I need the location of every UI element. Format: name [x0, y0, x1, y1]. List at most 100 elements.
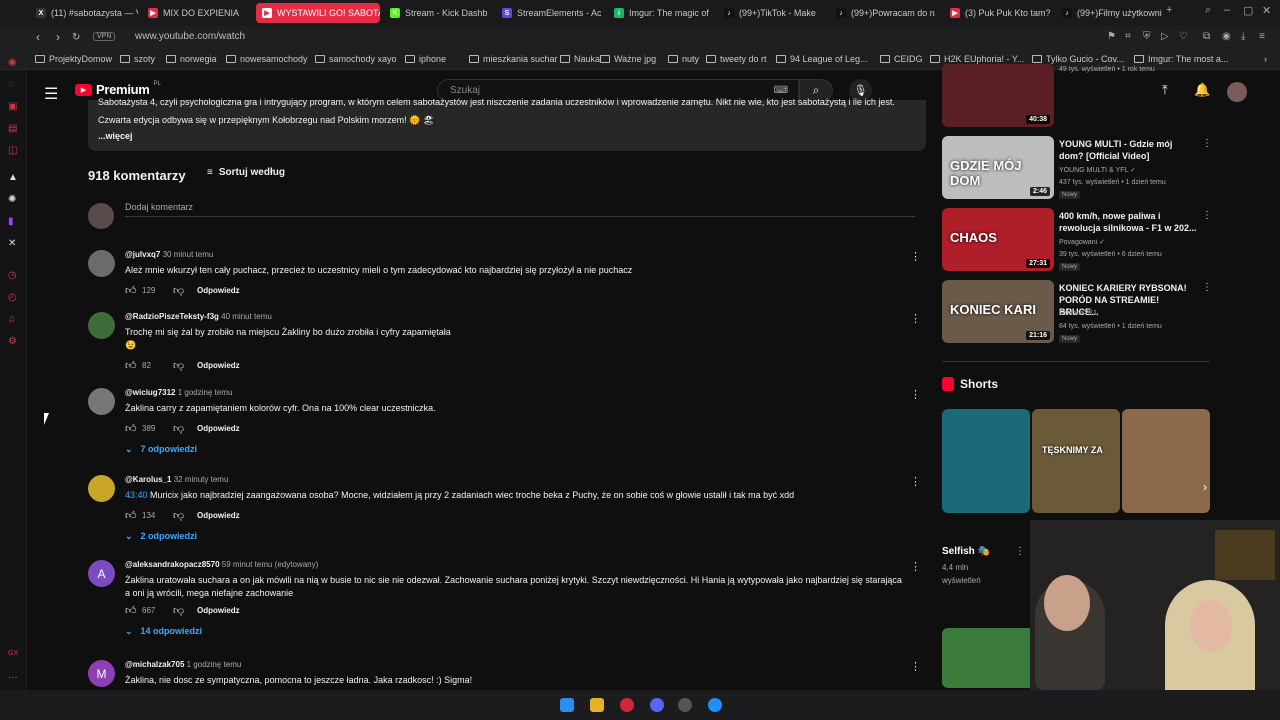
hamburger-menu-icon[interactable]: ☰ — [44, 84, 58, 104]
messenger-icon[interactable] — [708, 698, 722, 712]
heart-icon[interactable]: ♡ — [1179, 31, 1188, 42]
related-video[interactable]: 40:38 49 tys. wyświetleń • 1 rok temu — [942, 64, 1212, 128]
video-channel[interactable]: Povagowani ✓ — [1059, 238, 1105, 246]
show-more-link[interactable]: ...więcej — [98, 131, 133, 141]
short-thumbnail-4[interactable] — [942, 628, 1040, 688]
related-video[interactable]: CHAOS 27:31 400 km/h, nowe paliwa i rewolu… — [942, 208, 1212, 272]
close-window-icon[interactable]: ✕ — [1262, 4, 1271, 17]
bookmark-item[interactable]: szoty — [120, 54, 155, 64]
reply-button[interactable]: Odpowiedz — [197, 606, 240, 615]
bookmark-icon[interactable]: ⚑ — [1107, 31, 1116, 42]
comment-avatar[interactable] — [88, 250, 115, 277]
comment-author[interactable]: @aleksandrakopacz8570 — [125, 560, 220, 569]
comment-author[interactable]: @michalzak705 — [125, 660, 184, 669]
search-tabs-icon[interactable]: ⌕ — [1205, 4, 1211, 17]
minimize-icon[interactable]: – — [1224, 4, 1230, 16]
comment-menu-icon[interactable]: ⋮ — [910, 388, 921, 401]
like-icon[interactable]: 👍︎ — [125, 604, 139, 617]
browser-tab[interactable]: ▶ (3) Puk Puk Kto tam? — [944, 3, 1052, 23]
obs-icon[interactable] — [678, 698, 692, 712]
video-thumbnail[interactable]: 40:38 — [942, 64, 1054, 127]
short-thumbnail[interactable] — [1122, 409, 1210, 513]
extensions-icon[interactable]: ⧉ — [1203, 31, 1210, 42]
video-thumbnail[interactable]: GDZIE MÓJ DOM 2:46 — [942, 136, 1054, 199]
vpn-badge[interactable]: VPN — [93, 32, 116, 41]
file-explorer-icon[interactable] — [590, 698, 604, 712]
search-input[interactable]: Szukaj — [450, 85, 480, 96]
bookmark-item[interactable]: ProjektyDomow — [35, 54, 112, 64]
settings-icon[interactable]: ⚙ — [8, 336, 17, 347]
like-icon[interactable]: 👍︎ — [125, 422, 139, 435]
reply-button[interactable]: Odpowiedz — [197, 511, 240, 520]
more-bookmarks-icon[interactable]: › — [1264, 54, 1267, 64]
comment-menu-icon[interactable]: ⋮ — [910, 312, 921, 325]
browser-tab[interactable]: X (11) #sabotazysta — V — [30, 3, 138, 23]
bookmark-item[interactable]: mieszkania suchar — [469, 54, 558, 64]
like-icon[interactable]: 👍︎ — [125, 359, 139, 372]
shield-icon[interactable]: ⛨ — [1143, 31, 1151, 42]
show-replies-button[interactable]: ⌄ 2 odpowiedzi — [125, 531, 197, 542]
bookmark-item[interactable]: norwegia — [166, 54, 217, 64]
bookmark-item[interactable]: Nauka — [560, 54, 600, 64]
browser-tab[interactable]: ▶ WYSTAWILI GO! SABOTA — [256, 3, 380, 23]
video-menu-icon[interactable]: ⋮ — [1202, 210, 1212, 221]
comment-author[interactable]: @julvxq7 — [125, 250, 160, 259]
like-icon[interactable]: 👍︎ — [125, 509, 139, 522]
video-title[interactable]: 400 km/h, nowe paliwa i rewolucja silnik… — [1059, 210, 1199, 234]
video-thumbnail[interactable]: KONIEC KARI 21:16 — [942, 280, 1054, 343]
dislike-icon[interactable]: 👎︎ — [173, 284, 193, 297]
comment-author[interactable]: @Karolus_1 — [125, 475, 171, 484]
player-icon[interactable]: ▤ — [8, 123, 17, 134]
menu-icon[interactable]: ≡ — [1259, 31, 1265, 42]
short-thumbnail[interactable] — [942, 409, 1030, 513]
url-field[interactable]: www.youtube.com/watch — [135, 31, 245, 42]
browser-tab[interactable]: K Stream - Kick Dashb — [384, 3, 492, 23]
video-menu-icon[interactable]: ⋮ — [1202, 138, 1212, 149]
add-comment-input[interactable]: Dodaj komentarz — [125, 202, 193, 212]
bookmark-item[interactable]: nuty — [668, 54, 699, 64]
bookmark-item[interactable]: samochody xayo — [315, 54, 397, 64]
forward-icon[interactable]: › — [56, 30, 60, 44]
comment-time[interactable]: 1 godzinę temu — [178, 388, 233, 397]
sort-button[interactable]: ≡ Sortuj według — [207, 167, 285, 178]
dislike-icon[interactable]: 👎︎ — [173, 604, 193, 617]
bookmark-item[interactable]: H2K EUphoria! - Y... — [930, 54, 1024, 64]
comment-avatar[interactable]: A — [88, 560, 115, 587]
browser-tab[interactable]: ▶ MIX DO EXPIENIA — [142, 3, 252, 23]
bookmark-item[interactable]: CEIDG — [880, 54, 923, 64]
dislike-icon[interactable]: 👎︎ — [173, 509, 193, 522]
video-channel[interactable]: YOUNG MULTI & YFL ✓ — [1059, 166, 1136, 174]
video-thumbnail[interactable]: CHAOS 27:31 — [942, 208, 1054, 271]
music-icon[interactable]: ♫ — [8, 314, 16, 325]
reply-button[interactable]: Odpowiedz — [197, 424, 240, 433]
dock-app-icon[interactable]: ◉ — [8, 57, 17, 68]
player-icon[interactable]: ▷ — [1161, 31, 1169, 42]
video-title[interactable]: YOUNG MULTI - Gdzie mój dom? [Official V… — [1059, 138, 1199, 162]
history-icon[interactable]: ◴ — [8, 292, 17, 303]
browser-tab[interactable]: ♪ (99+)Powracam do n — [830, 3, 938, 23]
related-video[interactable]: KONIEC KARI 21:16 KONIEC KARIERY RYBSONA! … — [942, 280, 1212, 344]
bookmark-item[interactable]: Ważne jpg — [600, 54, 656, 64]
messenger-icon[interactable]: ◌ — [8, 79, 14, 90]
show-replies-button[interactable]: ⌄ 14 odpowiedzi — [125, 626, 202, 637]
bookmark-item[interactable]: Tylko Gucio - Cov... — [1032, 54, 1124, 64]
comment-menu-icon[interactable]: ⋮ — [910, 660, 921, 673]
bookmark-item[interactable]: nowesamochody — [226, 54, 308, 64]
comment-author[interactable]: @wiciug7312 — [125, 388, 176, 397]
chatgpt-icon[interactable]: ✺ — [8, 194, 16, 205]
bookmark-item[interactable]: Imgur: The most a... — [1134, 54, 1228, 64]
aria-icon[interactable]: ▲ — [8, 172, 18, 183]
reply-button[interactable]: Odpowiedz — [197, 286, 240, 295]
video-channel[interactable]: SzklanaY2J — [1059, 310, 1096, 317]
short-thumbnail[interactable]: TĘSKNIMY ZA — [1032, 409, 1120, 513]
account-avatar[interactable] — [1227, 82, 1247, 102]
show-replies-button[interactable]: ⌄ 7 odpowiedzi — [125, 444, 197, 455]
related-video[interactable]: GDZIE MÓJ DOM 2:46 YOUNG MULTI - Gdzie mój… — [942, 136, 1212, 200]
comment-time[interactable]: 40 minut temu — [221, 312, 272, 321]
discord-icon[interactable] — [650, 698, 664, 712]
clock-icon[interactable]: ◷ — [8, 270, 17, 281]
start-icon[interactable] — [560, 698, 574, 712]
bookmark-item[interactable]: tweety do rt — [706, 54, 767, 64]
reply-button[interactable]: Odpowiedz — [197, 361, 240, 370]
history-icon[interactable]: ◫ — [8, 145, 17, 156]
